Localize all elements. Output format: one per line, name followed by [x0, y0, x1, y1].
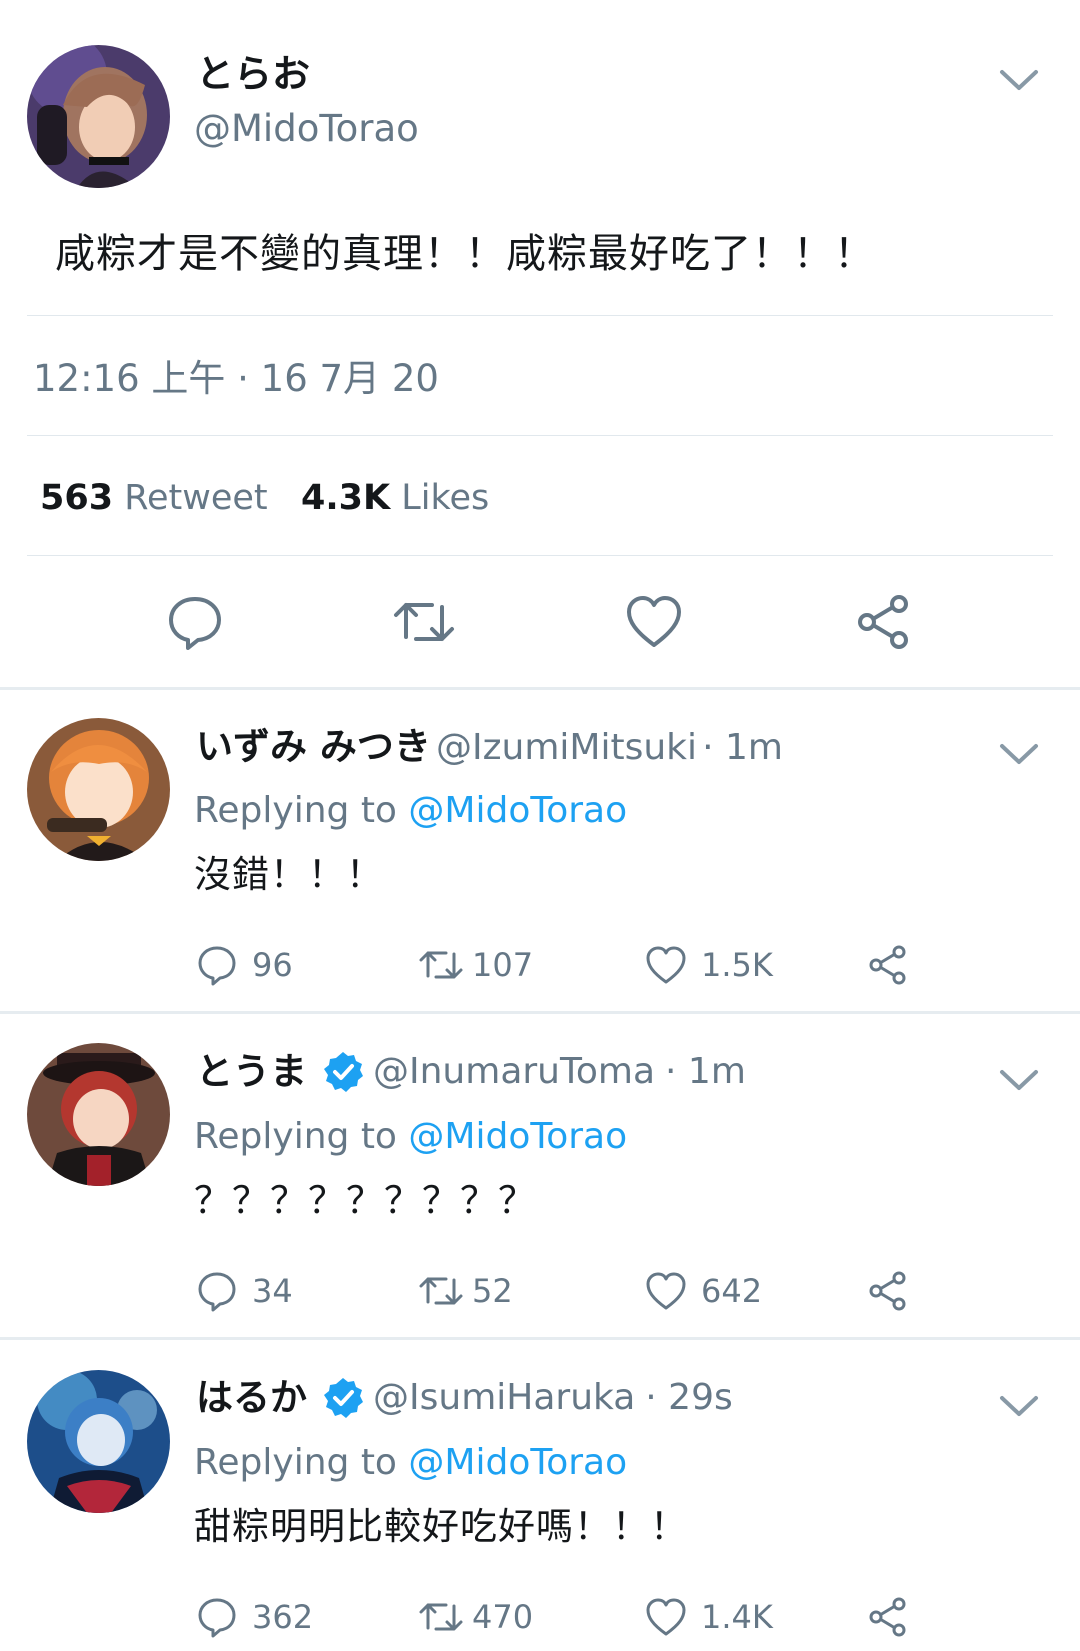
replying-prefix: Replying to — [194, 790, 397, 831]
replying-mention[interactable]: @MidoTorao — [408, 790, 627, 831]
main-tweet-text: 咸粽才是不變的真理！！咸粽最好吃了！！！ — [55, 231, 875, 277]
chevron-down-icon[interactable] — [998, 1066, 1040, 1094]
reply-time[interactable]: · 1m — [702, 727, 783, 768]
section-separator — [0, 1337, 1080, 1340]
verified-badge-icon — [324, 1052, 363, 1092]
share-button[interactable] — [867, 944, 923, 986]
reply-time[interactable]: · 29s — [645, 1373, 732, 1423]
like-label[interactable]: Likes — [401, 478, 489, 518]
comment-button[interactable]: 362 — [196, 1596, 313, 1638]
share-icon — [869, 945, 906, 985]
reply-text: 沒錯！！！ — [194, 853, 384, 896]
avatar-reply[interactable] — [27, 718, 170, 861]
reply-time[interactable]: · 1m — [665, 1047, 746, 1097]
retweet-button[interactable]: 470 — [418, 1596, 533, 1638]
replying-to: Replying to @MidoTorao — [194, 787, 627, 835]
comment-icon[interactable] — [166, 593, 224, 651]
reply-handle[interactable]: @IsumiHaruka — [373, 1373, 635, 1423]
reply-header: とうま @InumaruToma · 1m — [196, 1047, 746, 1097]
engagement-stats: 563 Retweet 4.3K Likes — [40, 475, 489, 521]
retweet-icon — [419, 951, 463, 979]
retweet-count[interactable]: 563 — [40, 478, 113, 518]
chevron-down-icon[interactable] — [998, 1392, 1040, 1420]
reply-handle[interactable]: @IzumiMitsuki — [436, 727, 697, 768]
tweet-timestamp[interactable]: 12:16 上午 · 16 7月 20 — [33, 356, 439, 402]
divider — [27, 315, 1053, 316]
share-icon[interactable] — [855, 593, 913, 651]
reply-header: いずみ みつき @IzumiMitsuki · 1m — [196, 722, 783, 773]
like-icon[interactable] — [625, 593, 683, 651]
retweet-icon[interactable] — [392, 593, 454, 651]
reply-text: 甜粽明明比較好吃好嗎！！！ — [194, 1505, 688, 1548]
reply-display-name[interactable]: いずみ みつき — [196, 725, 431, 768]
replying-prefix: Replying to — [194, 1116, 397, 1157]
comment-button[interactable]: 96 — [196, 944, 293, 986]
replying-prefix: Replying to — [194, 1442, 397, 1483]
comment-icon — [198, 946, 236, 986]
like-button[interactable]: 642 — [645, 1270, 762, 1312]
retweet-count: 107 — [472, 946, 534, 984]
like-count[interactable]: 4.3K — [301, 478, 390, 518]
like-icon — [646, 1272, 686, 1310]
comment-icon — [198, 1598, 236, 1638]
reply-header: はるか @IsumiHaruka · 29s — [196, 1373, 733, 1423]
share-icon — [869, 1597, 906, 1637]
reply-display-name[interactable]: とうま — [196, 1047, 307, 1097]
avatar-main[interactable] — [27, 45, 170, 188]
reply-display-name[interactable]: はるか — [196, 1373, 307, 1423]
share-button[interactable] — [867, 1596, 923, 1638]
retweet-button[interactable]: 107 — [418, 944, 533, 986]
like-count: 1.5K — [701, 946, 773, 984]
retweet-button[interactable]: 52 — [418, 1270, 513, 1312]
comment-count: 96 — [252, 946, 293, 984]
comment-count: 362 — [252, 1598, 314, 1636]
section-separator — [0, 1011, 1080, 1014]
share-icon — [869, 1271, 906, 1311]
like-count: 1.4K — [701, 1598, 773, 1636]
retweet-label[interactable]: Retweet — [124, 478, 267, 518]
retweet-icon — [419, 1277, 463, 1305]
replying-mention[interactable]: @MidoTorao — [408, 1116, 627, 1157]
like-icon — [646, 946, 686, 984]
section-separator — [0, 687, 1080, 690]
verified-badge-icon — [324, 1378, 363, 1418]
retweet-icon — [419, 1603, 463, 1631]
divider — [27, 555, 1053, 556]
reply-text: ？？？？？？？？？ — [194, 1179, 536, 1222]
main-display-name[interactable]: とらお — [196, 48, 310, 100]
like-button[interactable]: 1.4K — [645, 1596, 773, 1638]
share-button[interactable] — [867, 1270, 923, 1312]
retweet-count: 52 — [472, 1272, 513, 1310]
comment-icon — [198, 1272, 236, 1312]
chevron-down-icon[interactable] — [998, 740, 1040, 768]
like-button[interactable]: 1.5K — [645, 944, 773, 986]
divider — [27, 435, 1053, 436]
replying-to: Replying to @MidoTorao — [194, 1439, 627, 1487]
replying-to: Replying to @MidoTorao — [194, 1113, 627, 1161]
like-icon — [646, 1598, 686, 1636]
retweet-count: 470 — [472, 1598, 534, 1636]
like-count: 642 — [701, 1272, 763, 1310]
avatar-reply[interactable] — [27, 1043, 170, 1186]
comment-button[interactable]: 34 — [196, 1270, 293, 1312]
replying-mention[interactable]: @MidoTorao — [408, 1442, 627, 1483]
comment-count: 34 — [252, 1272, 293, 1310]
reply-handle[interactable]: @InumaruToma — [373, 1047, 655, 1097]
chevron-down-icon[interactable] — [998, 66, 1040, 94]
avatar-reply[interactable] — [27, 1370, 170, 1513]
main-handle[interactable]: @MidoTorao — [194, 104, 419, 154]
